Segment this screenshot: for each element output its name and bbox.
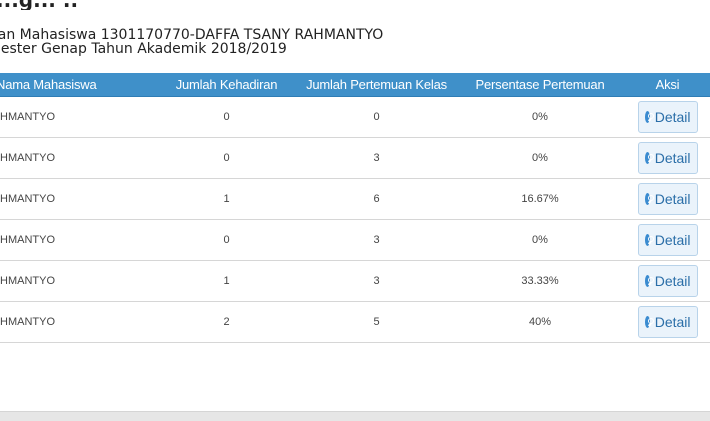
- header-attendance-percentage[interactable]: Persentase Pertemuan: [455, 73, 625, 97]
- attendance-count-cell: 0: [155, 96, 298, 138]
- attendance-percentage-cell: 0%: [455, 137, 625, 179]
- table-row: HMANTYO 1 3 33.33% Detail: [0, 260, 710, 302]
- attendance-percentage-cell: 33.33%: [455, 260, 625, 302]
- table-row: HMANTYO 2 5 40% Detail: [0, 301, 710, 343]
- attendance-percentage-cell: 0%: [455, 96, 625, 138]
- table-row: HMANTYO 0 3 0% Detail: [0, 137, 710, 179]
- attendance-count-cell: 0: [155, 219, 298, 261]
- attendance-percentage-cell: 0%: [455, 219, 625, 261]
- detail-button-label: Detail: [654, 150, 691, 166]
- table-header-row: Nama Mahasiswa Jumlah Kehadiran Jumlah P…: [0, 73, 710, 97]
- top-clipped-text: ...g... ..: [0, 0, 710, 10]
- table-body: HMANTYO 0 0 0% Detail HMANTYO 0 3 0% Detail HMANTY…: [0, 96, 710, 343]
- header-meeting-count[interactable]: Jumlah Pertemuan Kelas: [298, 73, 455, 97]
- action-cell: Detail: [625, 260, 710, 302]
- action-cell: Detail: [625, 137, 710, 179]
- detail-button[interactable]: Detail: [637, 224, 698, 256]
- student-name-cell: HMANTYO: [0, 260, 155, 302]
- meeting-count-cell: 3: [298, 137, 455, 179]
- meeting-count-cell: 3: [298, 260, 455, 302]
- table-row: HMANTYO 0 0 0% Detail: [0, 96, 710, 138]
- detail-button-label: Detail: [654, 191, 691, 207]
- action-cell: Detail: [625, 219, 710, 261]
- clipped-page-heading: ...g... ..: [0, 0, 78, 10]
- meeting-count-cell: 6: [298, 178, 455, 220]
- report-heading: ran Mahasiswa 1301170770-DAFFA TSANY RAH…: [0, 28, 383, 56]
- student-name-cell: HMANTYO: [0, 178, 155, 220]
- search-icon: [644, 275, 654, 287]
- detail-button-label: Detail: [654, 232, 691, 248]
- search-icon: [644, 152, 654, 164]
- attendance-table: Nama Mahasiswa Jumlah Kehadiran Jumlah P…: [0, 73, 710, 343]
- search-icon: [644, 193, 654, 205]
- report-subtitle: nester Genap Tahun Akademik 2018/2019: [0, 41, 287, 57]
- detail-button-label: Detail: [654, 109, 691, 125]
- action-cell: Detail: [625, 96, 710, 138]
- table-row: HMANTYO 0 3 0% Detail: [0, 219, 710, 261]
- detail-button-label: Detail: [654, 314, 691, 330]
- meeting-count-cell: 5: [298, 301, 455, 343]
- detail-button[interactable]: Detail: [637, 183, 698, 215]
- search-icon: [644, 234, 654, 246]
- student-name-cell: HMANTYO: [0, 301, 155, 343]
- search-icon: [644, 316, 654, 328]
- meeting-count-cell: 0: [298, 96, 455, 138]
- detail-button[interactable]: Detail: [637, 306, 698, 338]
- student-name-cell: HMANTYO: [0, 219, 155, 261]
- header-attendance-count[interactable]: Jumlah Kehadiran: [155, 73, 298, 97]
- meeting-count-cell: 3: [298, 219, 455, 261]
- search-icon: [644, 111, 654, 123]
- attendance-count-cell: 1: [155, 260, 298, 302]
- student-name-cell: HMANTYO: [0, 96, 155, 138]
- detail-button[interactable]: Detail: [637, 101, 698, 133]
- attendance-count-cell: 1: [155, 178, 298, 220]
- header-student-name[interactable]: Nama Mahasiswa: [0, 73, 155, 97]
- detail-button[interactable]: Detail: [637, 142, 698, 174]
- attendance-count-cell: 2: [155, 301, 298, 343]
- detail-button-label: Detail: [654, 273, 691, 289]
- detail-button[interactable]: Detail: [637, 265, 698, 297]
- student-name-cell: HMANTYO: [0, 137, 155, 179]
- header-action: Aksi: [625, 73, 710, 97]
- attendance-percentage-cell: 16.67%: [455, 178, 625, 220]
- table-row: HMANTYO 1 6 16.67% Detail: [0, 178, 710, 220]
- attendance-percentage-cell: 40%: [455, 301, 625, 343]
- report-title: ran Mahasiswa 1301170770-DAFFA TSANY RAH…: [0, 27, 384, 43]
- action-cell: Detail: [625, 178, 710, 220]
- attendance-count-cell: 0: [155, 137, 298, 179]
- action-cell: Detail: [625, 301, 710, 343]
